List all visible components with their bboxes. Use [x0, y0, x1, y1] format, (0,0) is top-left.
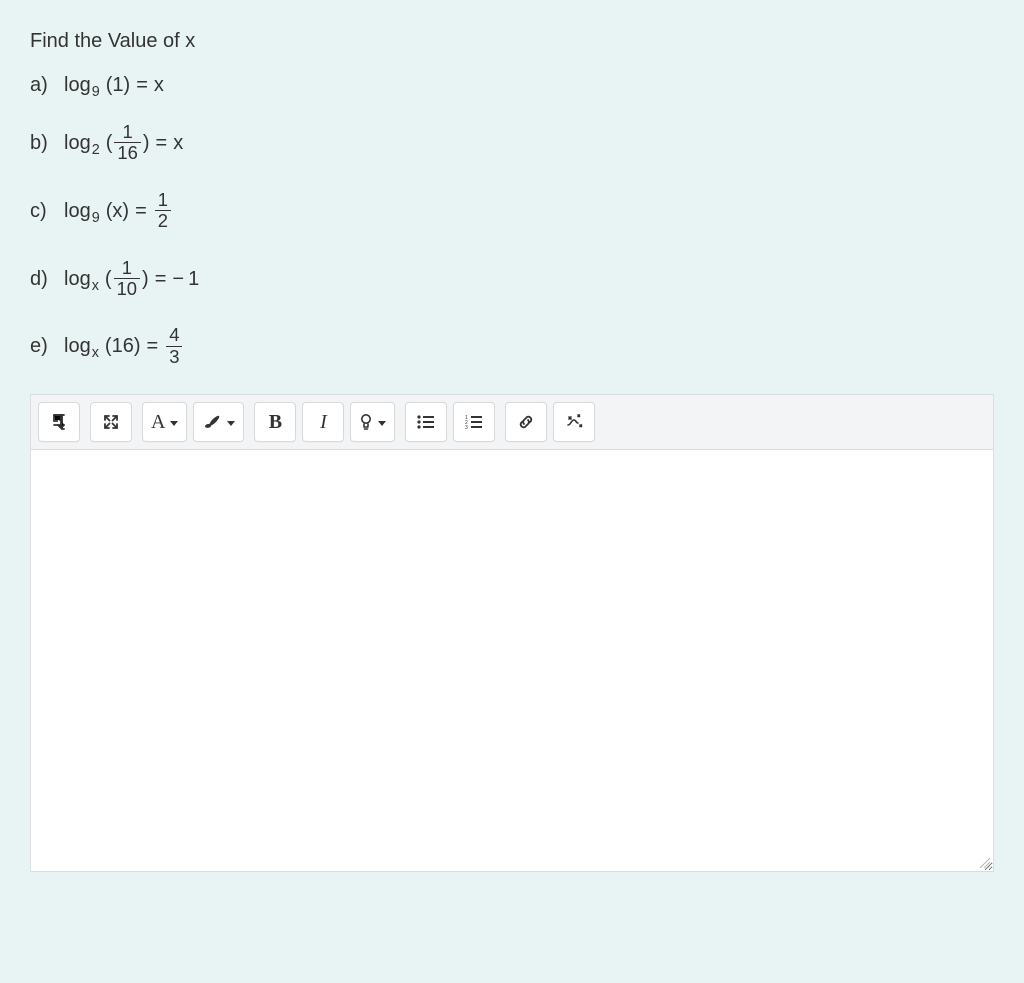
paragraph-button[interactable] [38, 402, 80, 442]
toolbar-group-paragraph [38, 402, 80, 442]
editor-textarea[interactable] [30, 449, 994, 872]
part-label-c: c) [30, 201, 54, 221]
question-block: Find the Value of x a) log 9 (1) = x b) … [30, 30, 994, 366]
log-word: log [64, 269, 91, 289]
equals-sign: = [156, 133, 168, 153]
equals-sign: = [155, 269, 167, 289]
resize-handle-icon[interactable] [977, 855, 991, 869]
log-expr: log x ( 1 10 ) [64, 259, 149, 299]
log-expr: log x (16) [64, 336, 141, 356]
italic-button[interactable]: I [302, 402, 344, 442]
rhs-fraction: 1 2 [155, 191, 171, 231]
ordered-list-button[interactable]: 1 2 3 [453, 402, 495, 442]
log-arg: (x) [106, 201, 129, 221]
fullscreen-icon [103, 414, 119, 430]
part-label-d: d) [30, 269, 54, 289]
log-arg: (16) [105, 336, 141, 356]
rhs: 1 [188, 269, 199, 289]
part-label-a: a) [30, 75, 54, 95]
rhs: x [173, 133, 183, 153]
rich-text-editor: A B I [30, 394, 994, 872]
chevron-down-icon [378, 421, 386, 426]
list-ul-icon [417, 415, 435, 429]
log-word: log [64, 75, 91, 95]
equation-b: b) log 2 ( 1 16 ) = x [30, 123, 994, 163]
bold-label: B [269, 411, 282, 434]
brush-icon [202, 414, 222, 430]
link-icon [517, 413, 535, 431]
page-root: Find the Value of x a) log 9 (1) = x b) … [0, 0, 1024, 882]
unordered-list-button[interactable] [405, 402, 447, 442]
fraction: 1 16 [114, 123, 140, 163]
link-button[interactable] [505, 402, 547, 442]
minus-sign: − [172, 269, 184, 289]
log-expr: log 9 (x) [64, 201, 129, 221]
font-family-button[interactable]: A [142, 402, 187, 442]
log-base: x [92, 346, 99, 360]
toolbar-group-view [90, 402, 132, 442]
log-word: log [64, 336, 91, 356]
part-label-b: b) [30, 133, 54, 153]
equation-d: d) log x ( 1 10 ) = − 1 [30, 259, 994, 299]
log-arg: (1) [106, 75, 130, 95]
toolbar-group-format: B I [254, 402, 395, 442]
question-title: Find the Value of x [30, 30, 994, 53]
fraction: 1 10 [114, 259, 140, 299]
equals-sign: = [135, 201, 147, 221]
bold-button[interactable]: B [254, 402, 296, 442]
italic-label: I [320, 411, 327, 434]
equals-sign: = [147, 336, 159, 356]
svg-text:1: 1 [465, 415, 468, 421]
toolbar-group-lists: 1 2 3 [405, 402, 495, 442]
rhs: x [154, 75, 164, 95]
chevron-down-icon [227, 421, 235, 426]
log-word: log [64, 201, 91, 221]
log-base: 9 [92, 211, 100, 225]
svg-text:2: 2 [465, 420, 468, 426]
font-color-button[interactable] [193, 402, 244, 442]
lightbulb-icon [359, 413, 373, 431]
svg-text:3: 3 [465, 425, 468, 429]
fullscreen-button[interactable] [90, 402, 132, 442]
log-base: 2 [92, 143, 100, 157]
chevron-down-icon [170, 421, 178, 426]
log-expr: log 2 ( 1 16 ) [64, 123, 150, 163]
log-arg: ( 1 10 ) [105, 259, 149, 299]
log-base: x [92, 279, 99, 293]
part-label-e: e) [30, 336, 54, 356]
equation-e: e) log x (16) = 4 3 [30, 326, 994, 366]
log-arg: ( 1 16 ) [106, 123, 150, 163]
log-word: log [64, 133, 91, 153]
toolbar-group-font: A [142, 402, 244, 442]
toolbar-group-insert [505, 402, 595, 442]
highlight-button[interactable] [350, 402, 395, 442]
list-ol-icon: 1 2 3 [465, 415, 483, 429]
log-base: 9 [92, 85, 100, 99]
sparkle-icon [565, 413, 583, 431]
editor-toolbar: A B I [30, 394, 994, 449]
equation-a: a) log 9 (1) = x [30, 75, 994, 95]
log-expr: log 9 (1) [64, 75, 130, 95]
insert-math-button[interactable] [553, 402, 595, 442]
font-family-label: A [151, 411, 165, 434]
rhs-fraction: 4 3 [166, 326, 182, 366]
equation-c: c) log 9 (x) = 1 2 [30, 191, 994, 231]
equals-sign: = [136, 75, 148, 95]
paragraph-icon [51, 413, 67, 431]
